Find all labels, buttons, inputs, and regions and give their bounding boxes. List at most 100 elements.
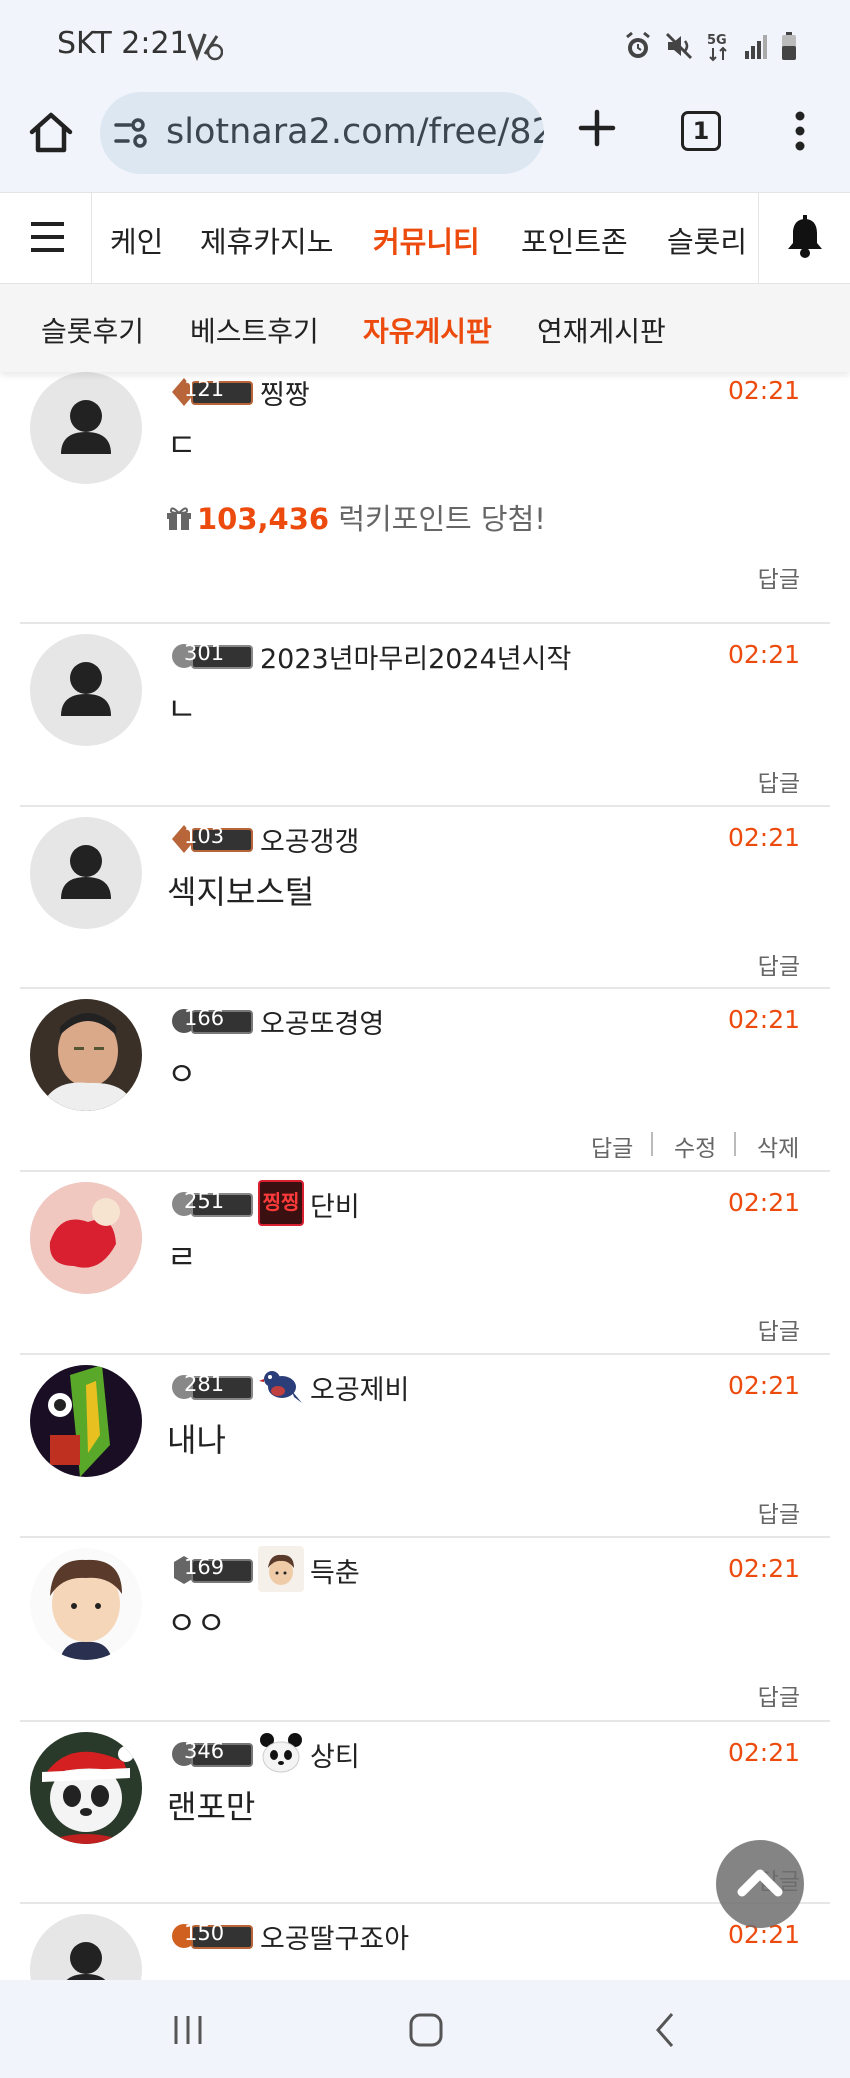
comment-item: 169 득춘 02:21 ㅇㅇ 답글 <box>20 1538 830 1722</box>
level-number: 169 <box>184 1555 225 1579</box>
user-badge-face-icon <box>258 1546 304 1592</box>
url-text[interactable]: slotnara2.com/free/82 <box>166 112 544 152</box>
nav-item-partner-casino[interactable]: 제휴카지노 <box>200 219 333 261</box>
nickname[interactable]: 오공제비 <box>310 1368 409 1407</box>
lucky-points: 103,436 <box>197 502 330 536</box>
svg-text:5G: 5G <box>707 33 727 48</box>
hamburger-menu-icon[interactable] <box>0 193 92 283</box>
browser-toolbar: slotnara2.com/free/82 1 <box>0 92 850 192</box>
default-user-icon <box>61 845 111 899</box>
default-user-icon <box>66 1942 106 1980</box>
nickname[interactable]: 상티 <box>310 1735 360 1774</box>
edit-button[interactable]: 수정 <box>674 1129 716 1163</box>
notification-button[interactable] <box>758 193 850 283</box>
5g-icon: 5G <box>707 33 727 62</box>
level-number: 301 <box>184 641 225 665</box>
volte-icon <box>187 33 223 62</box>
reply-button[interactable]: 답글 <box>758 560 800 594</box>
lucky-text: 럭키포인트 당첨! <box>338 502 546 536</box>
level-number: 121 <box>184 377 225 401</box>
comment-item: 103 오공갱갱 02:21 섹지보스털 답글 <box>20 807 830 989</box>
comment-item: 281 오공제비 02:21 내나 답글 <box>20 1355 830 1538</box>
comment-time: 02:21 <box>727 376 800 405</box>
avatar[interactable] <box>30 1182 142 1294</box>
comment-text: ㅇㅇ <box>167 1604 226 1642</box>
avatar[interactable] <box>30 1732 142 1844</box>
site-settings-icon[interactable] <box>114 116 150 150</box>
scroll-to-top-button[interactable] <box>716 1840 804 1928</box>
signal-icon <box>745 35 767 59</box>
comment-time: 02:21 <box>727 1738 800 1767</box>
comment-item: 346 상티 02:21 랜포만 답글 <box>20 1722 830 1904</box>
nav-item-community[interactable]: 커뮤니티 <box>373 219 480 261</box>
delete-button[interactable]: 삭제 <box>757 1129 799 1163</box>
level-number: 251 <box>184 1189 225 1213</box>
recent-apps-icon[interactable] <box>168 2010 208 2050</box>
more-menu-icon[interactable] <box>786 106 814 156</box>
battery-icon <box>782 32 796 60</box>
user-badge: 찡찡 <box>258 1180 304 1226</box>
avatar[interactable] <box>30 817 142 929</box>
avatar[interactable] <box>30 999 142 1111</box>
home-nav-icon[interactable] <box>406 2010 446 2050</box>
bell-icon <box>788 215 822 258</box>
nickname[interactable]: 득춘 <box>310 1551 360 1590</box>
nav-item-point-zone[interactable]: 포인트존 <box>521 219 628 261</box>
reply-button[interactable]: 답글 <box>591 1129 633 1163</box>
comment-time: 02:21 <box>727 1371 800 1400</box>
tab-slot-review[interactable]: 슬롯후기 <box>41 310 144 350</box>
comment-item: 121 찡짱 02:21 ㄷ 103,436 럭키포인트 당첨! 답글 <box>20 372 830 624</box>
reply-button[interactable]: 답글 <box>758 1312 800 1346</box>
gift-icon <box>167 507 191 530</box>
level-number: 346 <box>184 1739 225 1763</box>
alarm-icon <box>626 31 650 58</box>
nav-items: 케인 제휴카지노 커뮤니티 포인트존 슬롯리 <box>92 193 758 283</box>
reply-button[interactable]: 답글 <box>758 1495 800 1529</box>
url-bar[interactable]: slotnara2.com/free/82 <box>100 92 544 174</box>
reply-button[interactable]: 답글 <box>758 1678 800 1712</box>
comment-text: 섹지보스털 <box>167 873 315 911</box>
comment-text: 내나 <box>167 1421 226 1459</box>
status-time: SKT 2:21 <box>57 26 189 61</box>
reply-button[interactable]: 답글 <box>758 764 800 798</box>
back-icon[interactable] <box>646 2010 686 2050</box>
site-nav: 케인 제휴카지노 커뮤니티 포인트존 슬롯리 <box>0 192 850 284</box>
nickname[interactable]: 오공갱갱 <box>260 820 359 859</box>
comment-item: 301 2023년마무리2024년시작 02:21 ㄴ 답글 <box>20 624 830 807</box>
level-number: 281 <box>184 1372 225 1396</box>
avatar[interactable] <box>30 1365 142 1477</box>
new-tab-icon[interactable] <box>575 106 619 150</box>
avatar[interactable] <box>30 1914 142 1980</box>
system-nav-bar <box>0 1980 850 2078</box>
user-photo <box>30 1732 142 1844</box>
nickname[interactable]: 오공딸구죠아 <box>260 1917 409 1956</box>
chevron-up-icon <box>737 1869 783 1897</box>
nickname[interactable]: 2023년마무리2024년시작 <box>260 637 571 676</box>
nickname[interactable]: 오공또경영 <box>260 1002 384 1041</box>
status-bar: SKT 2:21 5G <box>0 0 850 92</box>
tab-free-board[interactable]: 자유게시판 <box>363 310 492 350</box>
avatar[interactable] <box>30 1548 142 1660</box>
bird-icon <box>259 1371 302 1403</box>
tab-best-review[interactable]: 베스트후기 <box>190 310 319 350</box>
home-icon[interactable] <box>26 108 76 158</box>
tab-switcher-button[interactable]: 1 <box>681 111 721 151</box>
panda-icon <box>258 1730 304 1776</box>
comment-list: 121 찡짱 02:21 ㄷ 103,436 럭키포인트 당첨! 답글 301 … <box>0 372 850 1980</box>
avatar[interactable] <box>30 634 142 746</box>
comment-time: 02:21 <box>727 1554 800 1583</box>
nickname[interactable]: 단비 <box>310 1185 360 1224</box>
comment-time: 02:21 <box>727 1188 800 1217</box>
comment-text: ㅇ <box>167 1055 197 1093</box>
comment-time: 02:21 <box>727 1005 800 1034</box>
comment-time: 02:21 <box>727 823 800 852</box>
avatar[interactable] <box>30 372 142 484</box>
nav-item-kein[interactable]: 케인 <box>110 219 163 261</box>
tab-serial-board[interactable]: 연재게시판 <box>537 310 666 350</box>
comment-text: 랜포만 <box>167 1788 256 1826</box>
comment-text: ㄴ <box>167 690 197 728</box>
reply-button[interactable]: 답글 <box>758 947 800 981</box>
nickname[interactable]: 찡짱 <box>260 373 310 412</box>
nav-item-slot[interactable]: 슬롯리 <box>667 219 747 261</box>
comment-text: ㄹ <box>167 1238 197 1276</box>
